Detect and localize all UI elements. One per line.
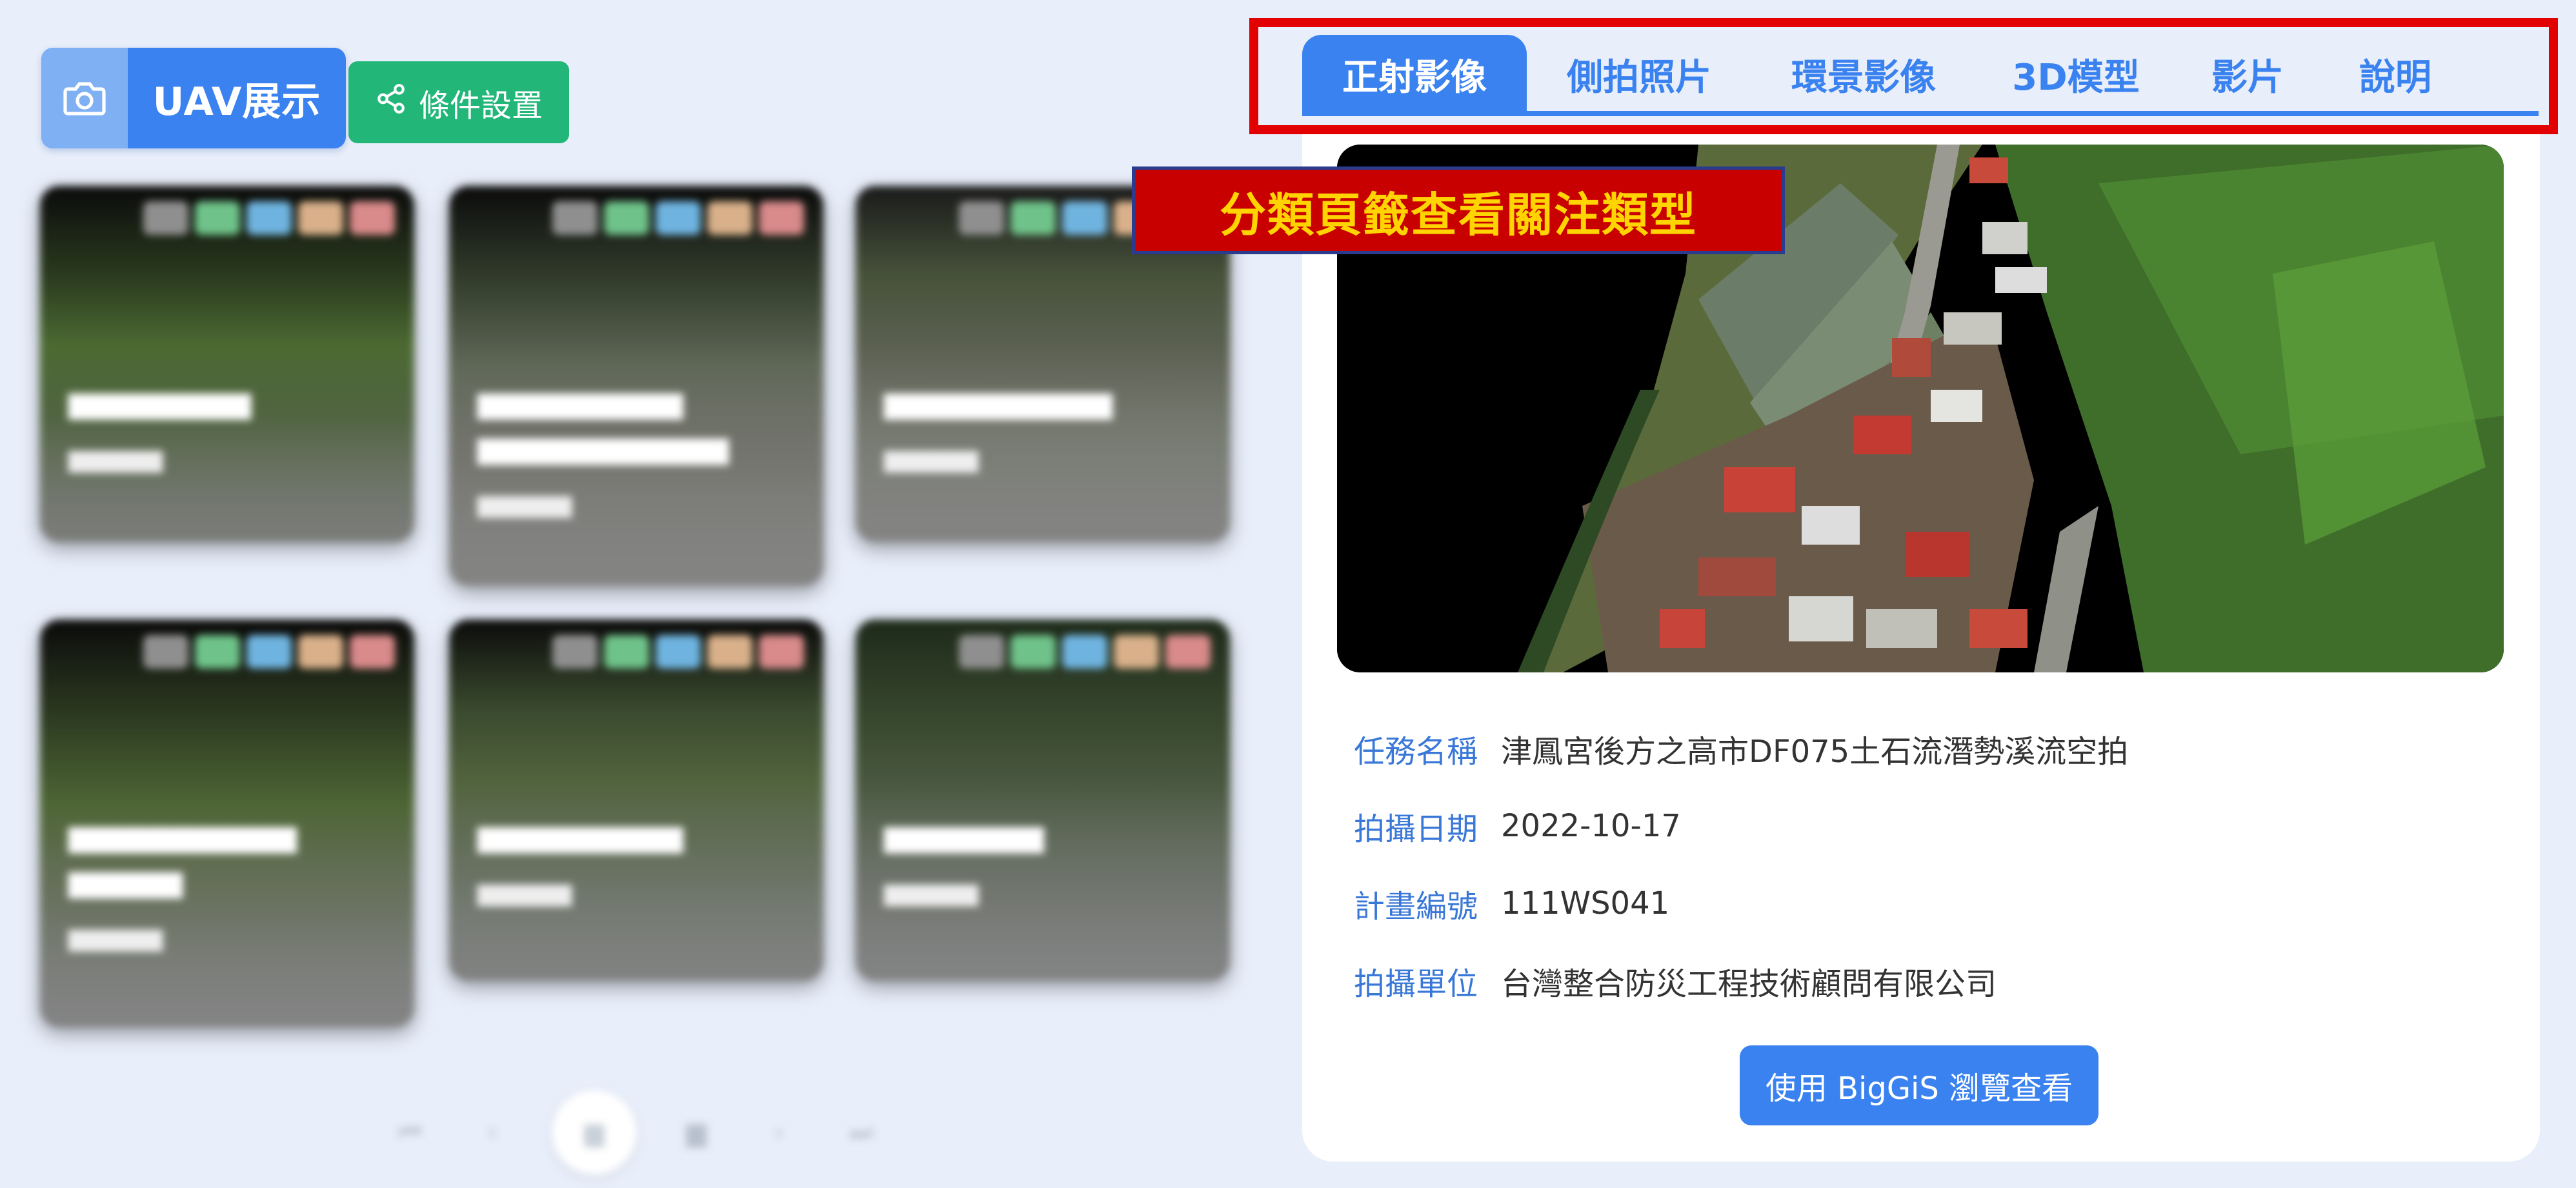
info-row-mission: 任務名稱 津鳳宮後方之高市DF075土石流潛勢溪流空拍 (1354, 710, 2451, 787)
image-card[interactable]: ▆▆▆▆▆▆▆▆▆ ▆▆▆▆▆ (449, 619, 823, 981)
conditions-button[interactable]: 條件設置 (348, 61, 569, 143)
project-number-value: 111WS041 (1501, 885, 1670, 921)
image-card[interactable]: ▆▆▆▆▆▆▆▆ ▆▆▆▆▆ (40, 186, 414, 542)
capture-date-label: 拍攝日期 (1354, 811, 1478, 847)
info-row-project: 計畫編號 111WS041 (1354, 865, 2451, 942)
tab-oblique-photos[interactable]: 側拍照片 (1527, 35, 1751, 114)
mission-name-label: 任務名稱 (1354, 734, 1478, 770)
capture-unit-value: 台灣整合防災工程技術顧問有限公司 (1501, 966, 1997, 1002)
image-card[interactable]: ▆▆▆▆▆▆▆ ▆▆▆▆▆ (856, 619, 1230, 981)
capture-unit-label: 拍攝單位 (1354, 966, 1478, 1002)
current-page-button[interactable]: ▆ (552, 1091, 636, 1174)
page-button[interactable]: ▆ (674, 1110, 719, 1155)
tab-orthophoto[interactable]: 正射影像 (1302, 35, 1527, 114)
category-tabs: 正射影像 側拍照片 環景影像 3D模型 影片 說明 (1302, 35, 2471, 115)
tab-underline (1302, 111, 2539, 116)
uav-showcase-button[interactable]: UAV展示 (41, 48, 346, 148)
share-icon (375, 83, 407, 123)
annotation-callout: 分類頁籤查看關注類型 (1132, 166, 1785, 254)
tab-video[interactable]: 影片 (2176, 35, 2319, 114)
image-card[interactable]: ▆▆▆▆▆▆▆▆▆ ▆▆▆▆▆▆▆▆▆▆▆ ▆▆▆▆▆ (449, 186, 823, 586)
first-page-button[interactable]: ⏮ (387, 1110, 432, 1155)
tab-3d-model[interactable]: 3D模型 (1976, 35, 2176, 114)
pagination: ⏮ ‹ ▆ ▆ › ⏭ (387, 1091, 884, 1174)
info-row-unit: 拍攝單位 台灣整合防災工程技術顧問有限公司 (1354, 942, 2451, 1020)
prev-page-button[interactable]: ‹ (470, 1110, 515, 1155)
capture-date-value: 2022-10-17 (1501, 808, 1681, 844)
detail-info: 任務名稱 津鳳宮後方之高市DF075土石流潛勢溪流空拍 拍攝日期 2022-10… (1354, 710, 2451, 1020)
last-page-button[interactable]: ⏭ (839, 1110, 884, 1155)
page-title: UAV展示 (152, 79, 321, 125)
tab-panorama[interactable]: 環景影像 (1751, 35, 1976, 114)
next-page-button[interactable]: › (756, 1110, 801, 1155)
tab-description[interactable]: 說明 (2319, 35, 2471, 114)
project-number-label: 計畫編號 (1354, 889, 1478, 925)
conditions-label: 條件設置 (418, 87, 543, 124)
image-card[interactable]: ▆▆▆▆▆▆▆▆▆▆ ▆▆▆▆▆ ▆▆▆▆▆ (40, 619, 414, 1027)
view-in-biggis-button[interactable]: 使用 BigGiS 瀏覽查看 (1740, 1045, 2098, 1125)
info-row-date: 拍攝日期 2022-10-17 (1354, 787, 2451, 865)
mission-name-value: 津鳳宮後方之高市DF075土石流潛勢溪流空拍 (1501, 734, 2129, 770)
camera-icon (41, 48, 128, 148)
